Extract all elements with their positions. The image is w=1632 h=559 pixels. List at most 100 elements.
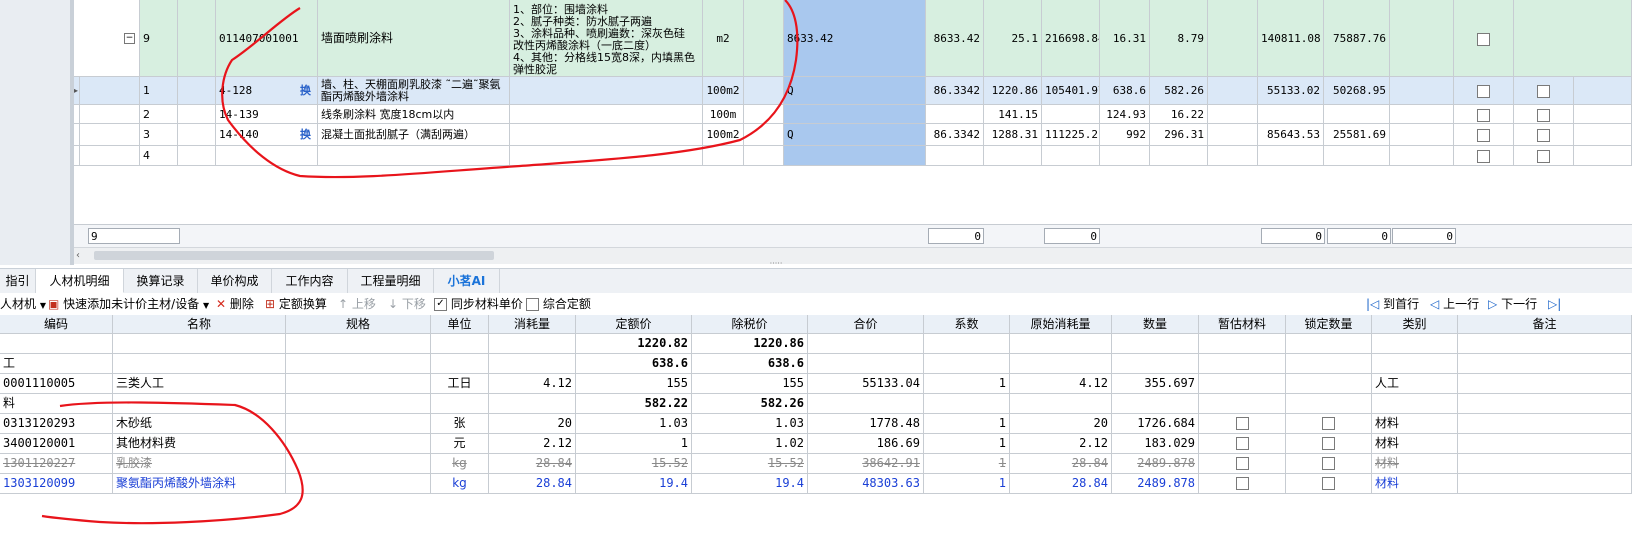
sub-row-name[interactable]: 线条刷涂料 宽度18cm以内 [318,105,510,124]
checkbox-cell[interactable] [1514,124,1574,146]
tab-guide[interactable]: 指引 [0,269,36,293]
tab-work-content[interactable]: 工作内容 [272,269,348,293]
column-header[interactable]: 消耗量 [489,315,576,334]
sync-price-toggle[interactable]: ✓ 同步材料单价 [434,293,523,315]
next-row-button[interactable]: ▷ 下一行 [1488,293,1537,315]
column-header[interactable]: 规格 [286,315,431,334]
detail-code[interactable]: 0313120293 [0,414,113,434]
swap-marker-icon[interactable]: 换 [300,77,311,104]
sub-row-name[interactable] [318,146,510,166]
column-header[interactable]: 锁定数量 [1286,315,1372,334]
column-header[interactable]: 单位 [431,315,489,334]
column-header[interactable]: 名称 [113,315,286,334]
scroll-left-arrow-icon[interactable]: ‹ [76,249,88,263]
scroll-thumb[interactable] [94,251,494,260]
checkbox-cell[interactable] [1514,77,1574,105]
move-up-button[interactable]: ↑ 上移 [338,293,376,315]
checkbox[interactable] [1235,457,1249,470]
lock-qty-checkbox-cell[interactable] [1286,474,1372,494]
main-row-qty-expr[interactable]: 8633.42 [784,0,926,77]
detail-name[interactable]: 聚氨酯丙烯酸外墙涂料 [113,474,286,494]
detail-code[interactable]: 1301120227 [0,454,113,474]
sub-row-expr[interactable] [784,105,926,124]
main-row-code[interactable]: 011407001001 [216,0,318,77]
detail-name[interactable]: 三类人工 [113,374,286,394]
checkbox[interactable] [1477,84,1490,98]
sub-row-name[interactable]: 墙、柱、天棚面刷乳胶漆 ˜二遍˜聚氨酯丙烯酸外墙涂料 [318,77,510,105]
footer-field[interactable] [1044,228,1100,244]
quota-convert-button[interactable]: ⊞ 定额换算 [265,293,327,315]
sub-row-code[interactable]: 4-128 换 [216,77,318,105]
column-header[interactable]: 原始消耗量 [1010,315,1112,334]
checkbox[interactable] [1235,417,1249,430]
detail-code[interactable] [0,334,113,354]
first-row-button[interactable]: |◁ 到首行 [1366,293,1419,315]
sub-row-expr[interactable] [784,146,926,166]
column-header[interactable]: 暂估材料 [1199,315,1286,334]
detail-name[interactable]: 其他材料费 [113,434,286,454]
column-header[interactable]: 除税价 [692,315,808,334]
quick-add-button[interactable]: ▣ 快速添加未计价主材/设备 ▼ [48,293,209,317]
checkbox[interactable] [1322,457,1335,470]
checkbox[interactable] [1537,108,1550,122]
tab-price-composition[interactable]: 单价构成 [198,269,272,293]
swap-marker-icon[interactable]: 换 [300,124,311,145]
checkbox-cell[interactable] [1514,105,1574,124]
checkbox[interactable] [1537,128,1550,142]
column-header[interactable]: 系数 [924,315,1010,334]
checkbox[interactable] [1537,84,1550,98]
main-row-name[interactable]: 墙面喷刷涂料 [318,0,510,77]
footer-count-field[interactable] [88,228,180,244]
checkbox-cell[interactable] [1454,105,1514,124]
last-row-button[interactable]: ▷| [1548,293,1561,315]
estimate-checkbox-cell[interactable] [1199,454,1286,474]
sub-row-code[interactable]: 14-139 [216,105,318,124]
main-row-checkbox-cell[interactable] [1454,0,1514,77]
detail-code[interactable]: 3400120001 [0,434,113,454]
move-down-button[interactable]: ↓ 下移 [388,293,426,315]
lock-qty-checkbox-cell[interactable] [1286,454,1372,474]
prev-row-button[interactable]: ◁ 上一行 [1430,293,1479,315]
detail-name[interactable] [113,334,286,354]
checkbox[interactable] [1322,477,1335,490]
horizontal-scrollbar[interactable]: ‹ [74,247,1632,264]
detail-name[interactable] [113,394,286,414]
detail-code[interactable]: 料 [0,394,113,414]
delete-button[interactable]: ✕ 删除 [216,293,254,315]
tab-ai-assistant[interactable]: 小茗AI [434,269,500,293]
estimate-checkbox-cell[interactable] [1199,474,1286,494]
checkbox-cell[interactable] [1454,77,1514,105]
estimate-checkbox-cell[interactable] [1199,434,1286,454]
checkbox[interactable] [1235,437,1249,450]
collapse-icon[interactable]: − [124,33,135,44]
tab-quantity-detail[interactable]: 工程量明细 [348,269,434,293]
detail-code[interactable]: 1303120099 [0,474,113,494]
column-header[interactable]: 类别 [1372,315,1458,334]
sub-row-code[interactable] [216,146,318,166]
column-header[interactable]: 数量 [1112,315,1199,334]
checkbox[interactable] [1477,32,1490,46]
sub-row-expr[interactable]: Q [784,77,926,105]
detail-name[interactable] [113,354,286,374]
lock-qty-checkbox-cell[interactable] [1286,414,1372,434]
checkbox[interactable] [1537,149,1550,163]
main-row-features[interactable]: 1、部位：围墙涂料 2、腻子种类：防水腻子两遍 3、涂料品种、喷刷遍数：深灰色硅… [510,0,703,77]
rcj-menu-button[interactable]: 人材机 ▼ [0,293,46,317]
sub-row-expr[interactable]: Q [784,124,926,146]
checkbox-cell[interactable] [1454,146,1514,166]
checkbox[interactable] [1477,149,1490,163]
footer-field[interactable] [928,228,984,244]
tab-resource-detail[interactable]: 人材机明细 [36,269,124,293]
lock-qty-checkbox-cell[interactable] [1286,434,1372,454]
sub-row-name[interactable]: 混凝土面批刮腻子（满刮两遍） [318,124,510,146]
combined-quota-toggle[interactable]: 综合定额 [526,293,591,315]
footer-field[interactable] [1327,228,1391,244]
footer-field[interactable] [1392,228,1456,244]
detail-name[interactable]: 木砂纸 [113,414,286,434]
column-header[interactable]: 备注 [1458,315,1632,334]
footer-field[interactable] [1261,228,1325,244]
sub-row-code[interactable]: 14-140 换 [216,124,318,146]
checkbox-checked[interactable]: ✓ [434,298,447,311]
checkbox-cell[interactable] [1514,146,1574,166]
checkbox-cell[interactable] [1454,124,1514,146]
